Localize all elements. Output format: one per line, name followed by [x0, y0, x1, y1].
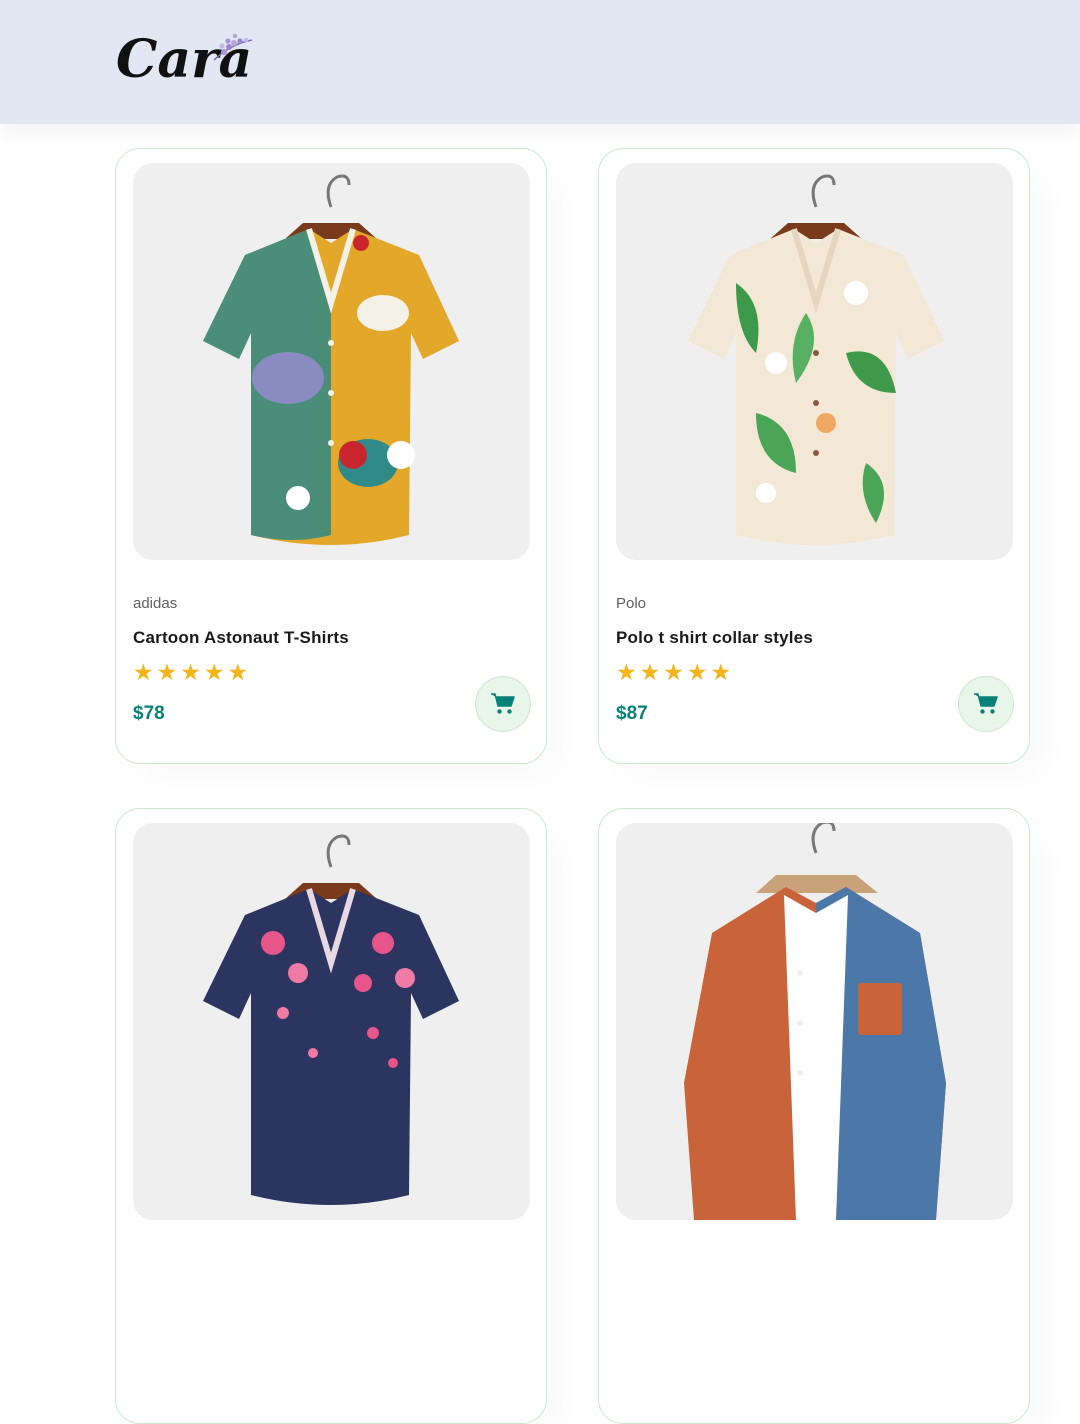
- logo[interactable]: Cara: [116, 22, 266, 92]
- star-icon: ★: [203, 659, 225, 685]
- product-image[interactable]: [133, 823, 530, 1220]
- product-card[interactable]: adidas Cartoon Astonaut T-Shirts ★ ★ ★ ★…: [115, 148, 547, 764]
- star-icon: ★: [156, 659, 178, 685]
- shirt-image: [203, 834, 459, 1205]
- add-to-cart-button[interactable]: [958, 676, 1014, 732]
- star-rating: ★ ★ ★ ★ ★: [133, 659, 248, 685]
- cart-icon: [491, 693, 515, 714]
- star-icon: ★: [639, 659, 661, 685]
- product-card[interactable]: Polo Polo t shirt collar styles ★ ★ ★ ★ …: [598, 148, 1030, 764]
- product-title: Polo t shirt collar styles: [616, 628, 813, 647]
- shirt-image: [684, 823, 946, 1220]
- product-brand: Polo: [616, 595, 647, 612]
- product-title: Cartoon Astonaut T-Shirts: [133, 628, 349, 647]
- star-icon: ★: [133, 659, 154, 685]
- cart-icon: [974, 693, 998, 714]
- star-rating: ★ ★ ★ ★ ★: [616, 659, 731, 685]
- star-icon: ★: [663, 659, 684, 685]
- product-card[interactable]: [598, 808, 1030, 1424]
- site-header: Cara: [0, 0, 1080, 124]
- add-to-cart-button[interactable]: [475, 676, 531, 732]
- product-card[interactable]: [115, 808, 547, 1424]
- star-icon: ★: [616, 659, 637, 685]
- product-brand: adidas: [133, 595, 178, 612]
- star-icon: ★: [227, 659, 249, 685]
- product-price: $78: [133, 703, 165, 724]
- star-icon: ★: [686, 659, 708, 685]
- star-icon: ★: [710, 659, 732, 685]
- logo-text: Cara: [116, 29, 252, 90]
- product-image[interactable]: [616, 823, 1013, 1220]
- product-price: $87: [616, 703, 648, 724]
- product-image[interactable]: [616, 163, 1013, 560]
- product-image[interactable]: [133, 163, 530, 560]
- star-icon: ★: [180, 659, 201, 685]
- shirt-image: [688, 174, 944, 545]
- shirt-image: [203, 174, 459, 545]
